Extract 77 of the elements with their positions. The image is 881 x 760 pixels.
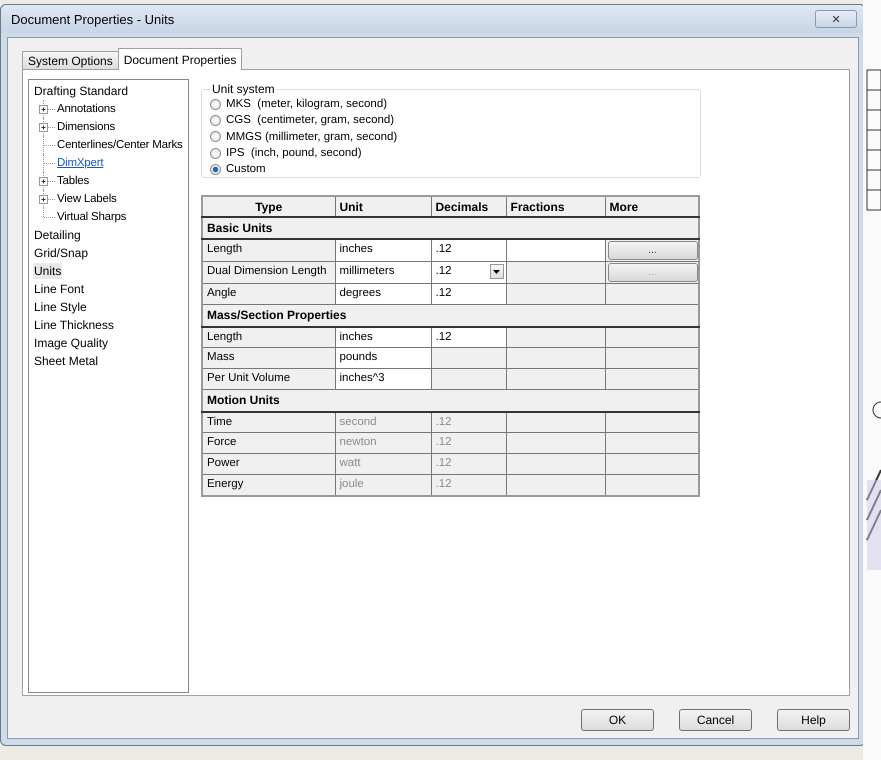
radio-label[interactable]: IPS (inch, pound, second) xyxy=(226,147,362,160)
caret-icon xyxy=(493,270,500,274)
table-cell: inches xyxy=(335,326,431,348)
dropdown-button[interactable] xyxy=(490,264,504,279)
dialog-button[interactable]: OK xyxy=(581,709,654,731)
radio-label[interactable]: MKS (meter, kilogram, second) xyxy=(226,98,388,110)
table-cell: Per Unit Volume xyxy=(202,368,335,390)
table-cell: newton xyxy=(335,432,431,454)
radio-button[interactable] xyxy=(210,148,221,159)
tree-item[interactable]: Annotations xyxy=(56,101,117,117)
table-cell: Power xyxy=(202,454,335,474)
column-header: Type xyxy=(202,196,335,217)
radio-label[interactable]: Custom xyxy=(226,163,266,176)
tree-item[interactable]: Dimensions xyxy=(56,119,116,135)
radio-button[interactable] xyxy=(210,131,221,142)
tree-item[interactable]: Detailing xyxy=(33,227,82,243)
decimals-value: .12 xyxy=(436,457,452,469)
table-cell: Mass xyxy=(202,348,335,368)
tree-item[interactable]: Drafting Standard xyxy=(33,83,130,99)
table-cell: Dual Dimension Length xyxy=(202,262,335,284)
column-header: Decimals xyxy=(431,196,506,217)
table-cell: Force xyxy=(202,432,335,454)
table-cell: Energy xyxy=(202,474,335,496)
tree-item[interactable]: Line Style xyxy=(33,299,88,315)
table-cell: second xyxy=(335,412,431,432)
radio-button[interactable] xyxy=(210,164,221,175)
close-button[interactable]: ✕ xyxy=(815,10,857,28)
section-header: Basic Units xyxy=(202,217,699,239)
expand-icon[interactable] xyxy=(39,123,48,132)
table-cell: pounds xyxy=(335,348,431,368)
window-title: Document Properties - Units xyxy=(11,12,174,26)
decimals-value: .12 xyxy=(436,330,452,342)
dialog-button[interactable]: Help xyxy=(777,709,850,731)
column-header: More xyxy=(605,196,699,217)
section-header: Motion Units xyxy=(202,390,699,412)
table-cell: Angle xyxy=(202,284,335,304)
decimals-value: .12 xyxy=(436,416,452,428)
tree-item[interactable]: Line Font xyxy=(33,281,86,297)
table-cell: degrees xyxy=(335,284,431,304)
table-cell: Length xyxy=(202,239,335,262)
tree-item[interactable]: Grid/Snap xyxy=(33,245,90,261)
decimals-value: .12 xyxy=(436,265,452,277)
decimals-value: .12 xyxy=(436,287,452,299)
tab[interactable]: System Options xyxy=(22,51,119,70)
radio-label[interactable]: MMGS (millimeter, gram, second) xyxy=(226,130,398,143)
tree-item[interactable]: Centerlines/Center Marks xyxy=(56,137,184,153)
table-cell: joule xyxy=(335,474,431,496)
table-cell: Length xyxy=(202,326,335,348)
decimals-value: .12 xyxy=(436,478,452,490)
tree-item[interactable]: DimXpert xyxy=(56,155,104,171)
decimals-value: .12 xyxy=(436,436,452,448)
expand-icon[interactable] xyxy=(39,195,48,204)
expand-icon[interactable] xyxy=(39,177,48,186)
table-cell: inches^3 xyxy=(335,368,431,390)
tree-item[interactable]: Image Quality xyxy=(33,335,110,351)
table-cell: inches xyxy=(335,239,431,262)
radio-button[interactable] xyxy=(210,114,221,126)
radio-button[interactable] xyxy=(210,98,221,110)
column-header: Fractions xyxy=(506,196,605,217)
dialog-button[interactable]: Cancel xyxy=(679,709,752,731)
column-header: Unit xyxy=(335,196,431,217)
tree-item[interactable]: View Labels xyxy=(56,191,118,207)
radio-label[interactable]: CGS (centimeter, gram, second) xyxy=(226,114,394,126)
table-cell: millimeters xyxy=(335,262,431,284)
group-title: Unit system xyxy=(211,82,276,96)
tree-item[interactable]: Tables xyxy=(56,173,90,189)
tree-item[interactable]: Virtual Sharps xyxy=(56,209,128,225)
expand-icon[interactable] xyxy=(39,105,48,114)
tab[interactable]: Document Properties xyxy=(118,48,242,70)
tree-item[interactable]: Line Thickness xyxy=(33,317,115,333)
table-cell: Time xyxy=(202,412,335,432)
decimals-value: .12 xyxy=(436,243,452,255)
table-cell: watt xyxy=(335,454,431,474)
tree-item[interactable]: Units xyxy=(33,263,62,279)
more-button[interactable]: ... xyxy=(608,241,698,260)
section-header: Mass/Section Properties xyxy=(202,304,699,326)
tree-item[interactable]: Sheet Metal xyxy=(33,353,100,369)
